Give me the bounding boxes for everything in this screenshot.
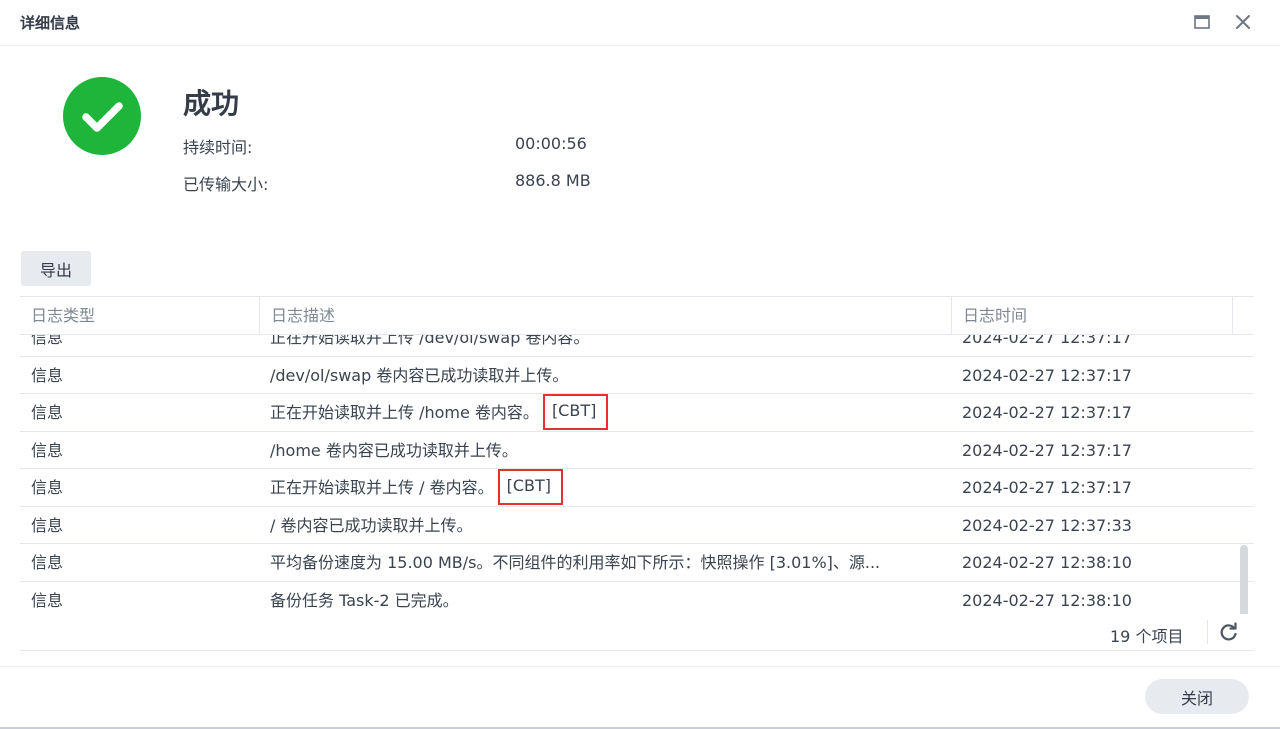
table-row[interactable]: 信息 正在开始读取并上传 / 卷内容。 [CBT] 2024-02-27 12:3… — [20, 469, 1254, 507]
log-description-cell: 备份任务 Task-2 已完成。 — [270, 582, 932, 615]
log-description-text: /dev/ol/swap 卷内容已成功读取并上传。 — [270, 365, 569, 385]
log-description-text: /home 卷内容已成功读取并上传。 — [270, 440, 518, 460]
footer-divider — [1207, 620, 1208, 644]
log-type-cell: 信息 — [31, 365, 64, 385]
duration-value: 00:00:56 — [515, 134, 587, 153]
log-description-cell: 正在开始读取并上传 / 卷内容。 [CBT] — [270, 469, 932, 506]
item-count: 19 个项目 — [1110, 627, 1184, 646]
log-table: 日志类型 日志描述 日志时间 信息 正在开始读取并上传 /dev/ol/swap… — [20, 296, 1254, 651]
log-time-cell: 2024-02-27 12:37:33 — [962, 515, 1132, 535]
log-type-cell: 信息 — [31, 478, 64, 497]
footer-divider-line — [0, 666, 1280, 667]
log-description-cell: /dev/ol/swap 卷内容已成功读取并上传。 — [270, 357, 932, 394]
column-header-time[interactable]: 日志时间 — [952, 297, 1233, 335]
log-description-cell: /home 卷内容已成功读取并上传。 — [270, 432, 932, 469]
log-description-text: / 卷内容已成功读取并上传。 — [270, 515, 473, 535]
log-type-cell: 信息 — [31, 515, 64, 535]
duration-label: 持续时间: — [183, 138, 253, 157]
status-title: 成功 — [183, 87, 240, 120]
column-header-type[interactable]: 日志类型 — [20, 297, 260, 335]
table-row[interactable]: 信息 / 卷内容已成功读取并上传。 2024-02-27 12:37:33 — [20, 507, 1254, 544]
log-type-cell: 信息 — [31, 440, 64, 460]
log-time-cell: 2024-02-27 12:37:17 — [962, 440, 1132, 460]
transferred-size-label: 已传输大小: — [183, 175, 269, 194]
table-footer: 19 个项目 — [20, 614, 1254, 652]
log-type-cell: 信息 — [31, 553, 64, 572]
column-header-spacer — [1233, 297, 1254, 335]
table-row[interactable]: 信息 /dev/ol/swap 卷内容已成功读取并上传。 2024-02-27 … — [20, 357, 1254, 394]
column-header-description[interactable]: 日志描述 — [260, 297, 952, 335]
log-type-cell: 信息 — [31, 590, 64, 610]
dialog-title: 详细信息 — [20, 14, 81, 32]
table-body[interactable]: 信息 正在开始读取并上传 /dev/ol/swap 卷内容。 2024-02-2… — [20, 335, 1254, 614]
table-row[interactable]: 信息 平均备份速度为 15.00 MB/s。不同组件的利用率如下所示：快照操作 … — [20, 544, 1254, 582]
log-description-cell: / 卷内容已成功读取并上传。 — [270, 507, 932, 544]
check-circle-icon — [63, 77, 141, 155]
refresh-icon[interactable] — [1218, 621, 1240, 643]
table-rows: 信息 正在开始读取并上传 /dev/ol/swap 卷内容。 2024-02-2… — [20, 335, 1254, 614]
table-row[interactable]: 信息 备份任务 Task-2 已完成。 2024-02-27 12:38:10 — [20, 582, 1254, 615]
log-description-text: 正在开始读取并上传 / 卷内容。 — [270, 478, 494, 497]
log-time-cell: 2024-02-27 12:37:17 — [962, 365, 1132, 385]
close-button[interactable]: 关闭 — [1145, 679, 1249, 714]
log-description-text: 正在开始读取并上传 /home 卷内容。 — [270, 403, 539, 422]
cbt-highlight-tag: [CBT] — [542, 394, 609, 430]
title-bar: 详细信息 — [0, 0, 1280, 46]
maximize-icon[interactable] — [1191, 11, 1213, 33]
log-description-cell: 正在开始读取并上传 /home 卷内容。 [CBT] — [270, 394, 932, 431]
log-time-cell: 2024-02-27 12:37:17 — [962, 335, 1132, 347]
cbt-highlight-tag: [CBT] — [497, 469, 563, 505]
log-type-cell: 信息 — [31, 403, 64, 422]
log-time-cell: 2024-02-27 12:38:10 — [962, 590, 1132, 610]
log-description-text: 备份任务 Task-2 已完成。 — [270, 590, 459, 610]
log-description-cell: 平均备份速度为 15.00 MB/s。不同组件的利用率如下所示：快照操作 [3.… — [270, 553, 881, 572]
log-time-cell: 2024-02-27 12:38:10 — [962, 553, 1132, 572]
close-icon[interactable] — [1232, 11, 1254, 33]
log-type-cell: 信息 — [31, 335, 64, 347]
table-header: 日志类型 日志描述 日志时间 — [20, 297, 1254, 335]
details-dialog: 详细信息 成功 持续时间: 00:00:56 已传输大小: 886.8 MB 导… — [0, 0, 1280, 729]
log-time-cell: 2024-02-27 12:37:17 — [962, 478, 1132, 497]
export-button[interactable]: 导出 — [21, 251, 91, 286]
vertical-scrollbar[interactable] — [1240, 545, 1248, 614]
table-row[interactable]: 信息 /home 卷内容已成功读取并上传。 2024-02-27 12:37:1… — [20, 432, 1254, 469]
table-row[interactable]: 信息 正在开始读取并上传 /home 卷内容。 [CBT] 2024-02-27 … — [20, 394, 1254, 432]
transferred-size-value: 886.8 MB — [515, 171, 591, 190]
table-row[interactable]: 信息 正在开始读取并上传 /dev/ol/swap 卷内容。 2024-02-2… — [20, 335, 1254, 357]
log-time-cell: 2024-02-27 12:37:17 — [962, 403, 1132, 422]
log-description-cell: 正在开始读取并上传 /dev/ol/swap 卷内容。 — [270, 335, 590, 347]
